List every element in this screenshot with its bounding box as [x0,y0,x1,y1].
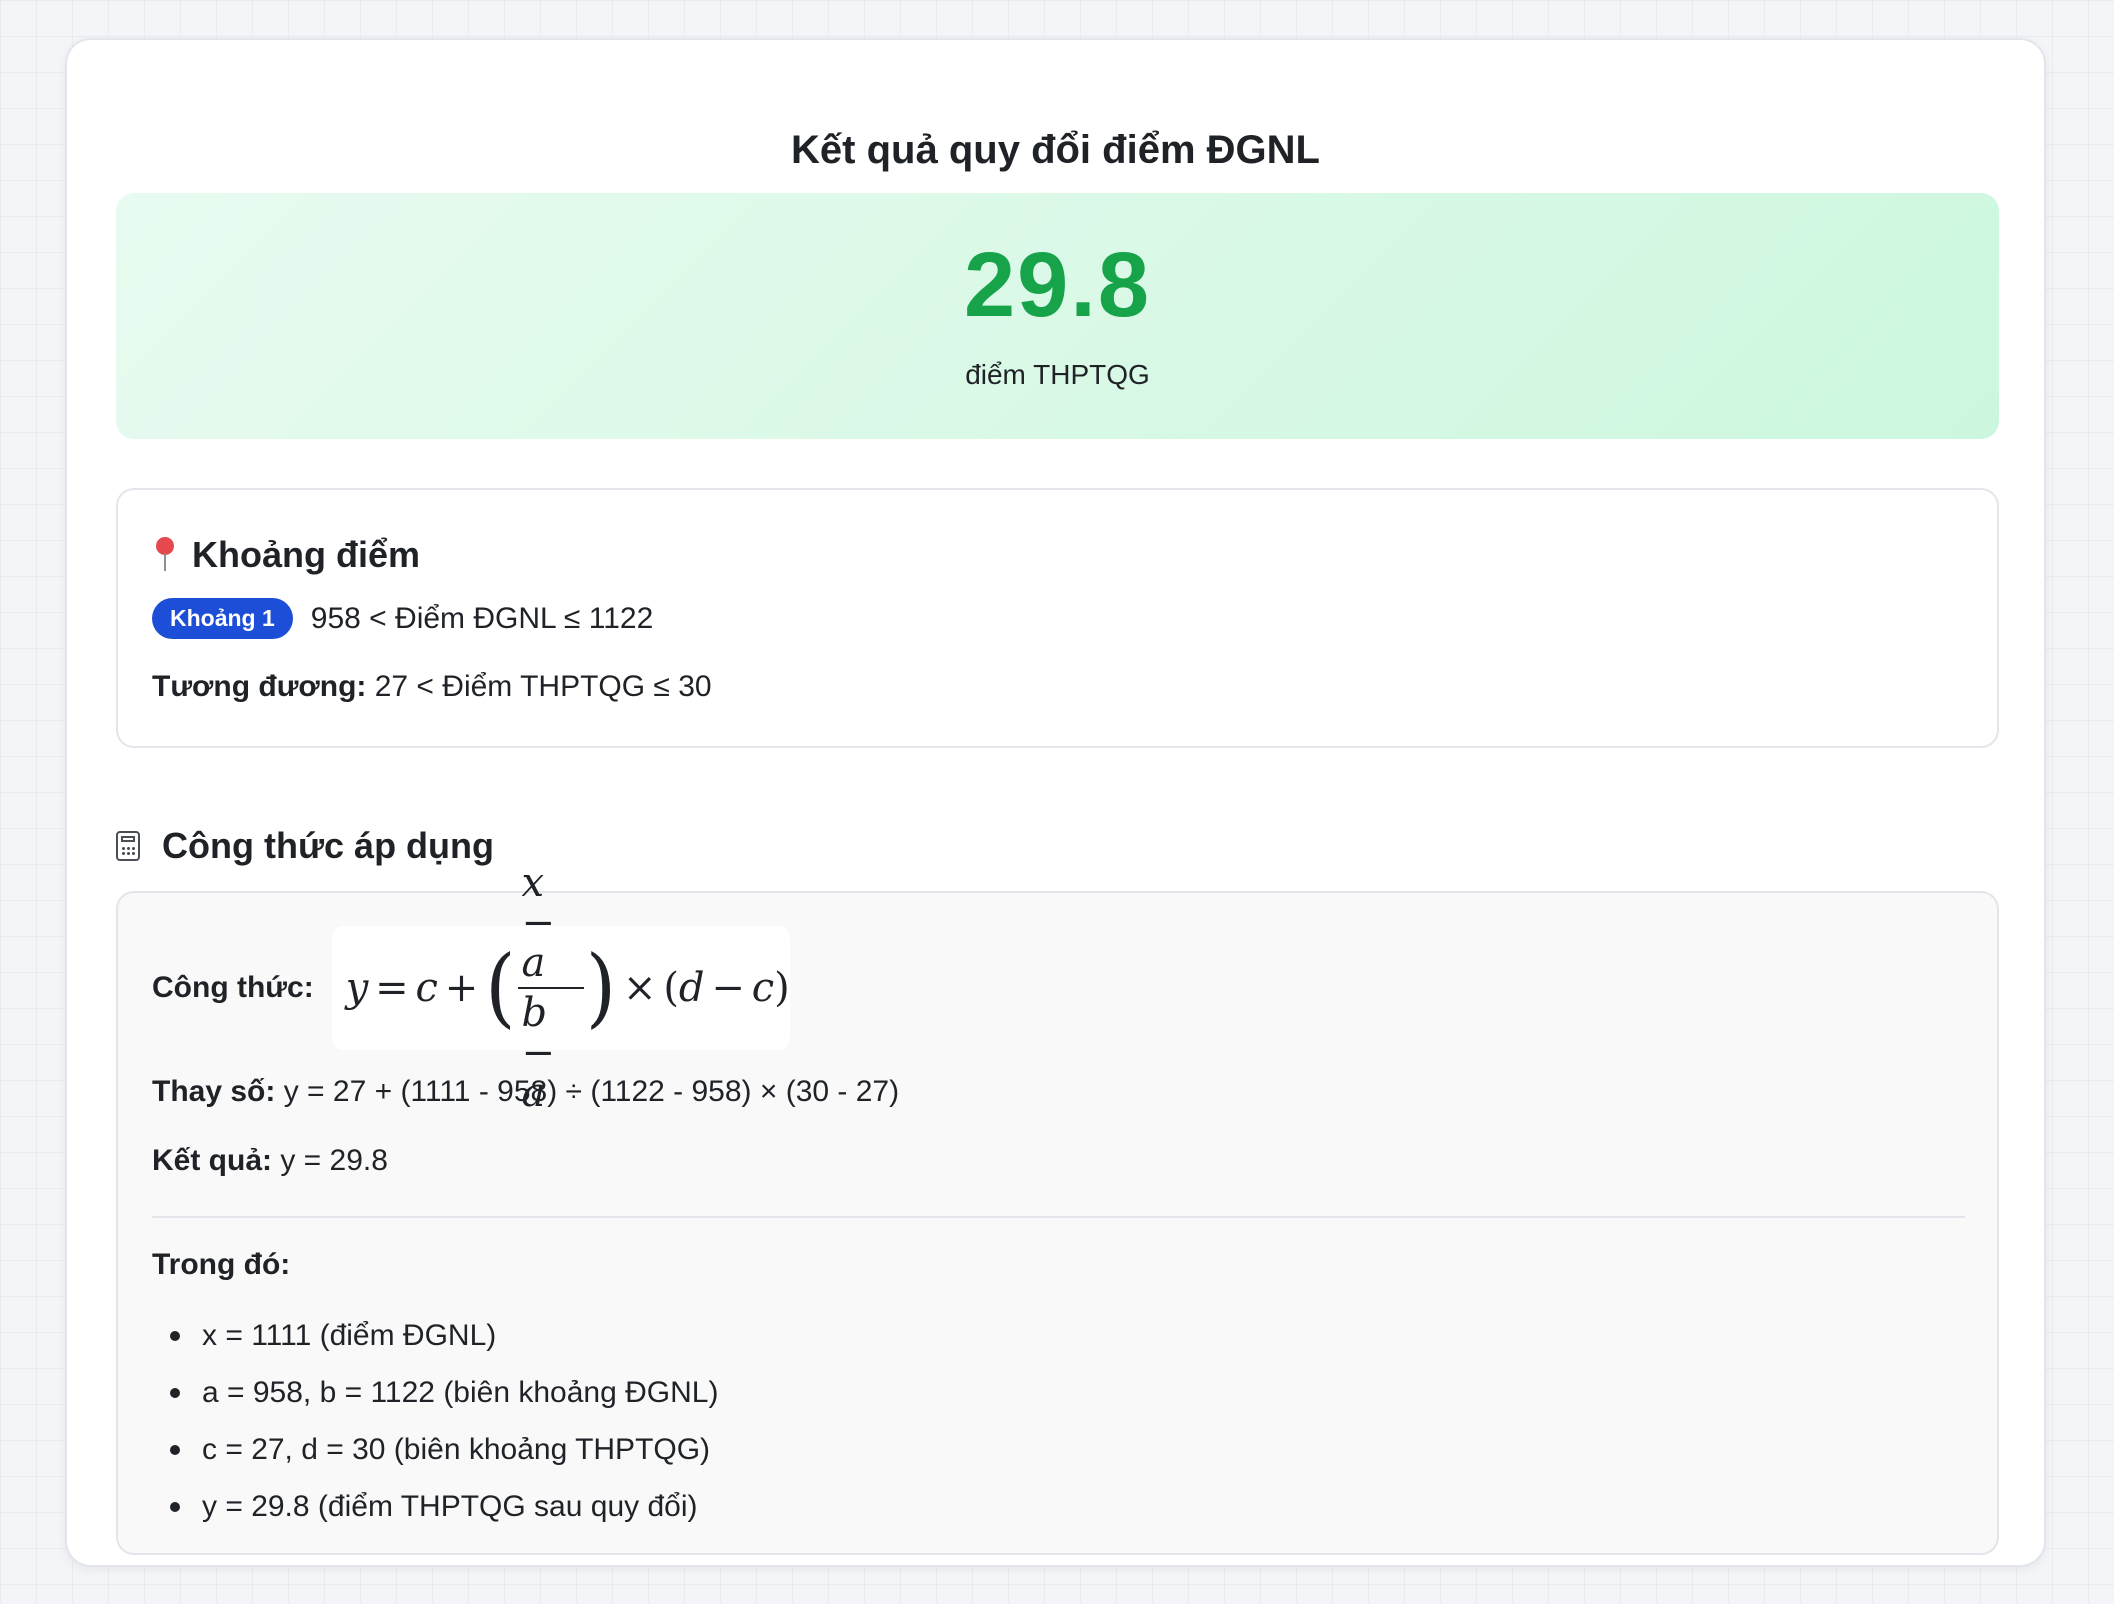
formula-result-value: y = 29.8 [272,1144,388,1177]
equivalent-value: 27 < Điểm THPTQG ≤ 30 [366,670,712,703]
formula-result-line: Kết quả: y = 29.8 [152,1144,388,1178]
pushpin-icon [152,535,178,575]
list-item: a = 958, b = 1122 (biên khoảng ĐGNL) [152,1364,718,1421]
range-section: Khoảng điểm Khoảng 1 958 < Điểm ĐGNL ≤ 1… [116,488,1999,748]
substitution-line: Thay số: y = 27 + (1111 - 958) ÷ (1122 -… [152,1075,899,1109]
substitution-label: Thay số: [152,1075,276,1108]
range-badge: Khoảng 1 [152,598,293,639]
substitution-value: y = 27 + (1111 - 958) ÷ (1122 - 958) × (… [275,1075,900,1108]
variable-list: x = 1111 (điểm ĐGNL) a = 958, b = 1122 (… [152,1307,718,1535]
equivalent-label: Tương đương: [152,670,367,703]
formula-row: Công thức: y = c + ( x − ab − a ) ×(d − c) [152,863,790,1113]
page-title: Kết quả quy đổi điểm ĐGNL [791,128,1320,172]
formula-section: Công thức: y = c + ( x − ab − a ) ×(d − c) Th… [116,863,1999,1555]
formula-heading-text: Công thức áp dụng [162,825,495,866]
range-heading: Khoảng điểm [152,534,420,576]
formula-heading: Công thức áp dụng [116,825,494,867]
formula-math: y = c + ( x − ab − a ) ×(d − c) [331,863,790,1113]
calculator-icon [116,831,140,861]
formula-label: Công thức: [152,971,314,1004]
result-box: 29.8 điểm THPTQG [116,193,1999,439]
divider [152,1216,1965,1218]
list-item: x = 1111 (điểm ĐGNL) [152,1307,718,1364]
converted-score-unit: điểm THPTQG [965,359,1150,390]
formula-result-label: Kết quả: [152,1144,272,1177]
range-line: Khoảng 1 958 < Điểm ĐGNL ≤ 1122 [152,598,653,639]
result-card: Kết quả quy đổi điểm ĐGNL 29.8 điểm THPT… [65,38,2046,1567]
equivalent-range: Tương đương: 27 < Điểm THPTQG ≤ 30 [152,670,712,704]
converted-score: 29.8 [963,234,1152,336]
dgnl-range: 958 < Điểm ĐGNL ≤ 1122 [310,601,654,635]
where-label: Trong đó: [152,1248,291,1281]
list-item: c = 27, d = 30 (biên khoảng THPTQG) [152,1421,718,1478]
range-heading-text: Khoảng điểm [192,534,421,575]
list-item: y = 29.8 (điểm THPTQG sau quy đổi) [152,1478,718,1535]
